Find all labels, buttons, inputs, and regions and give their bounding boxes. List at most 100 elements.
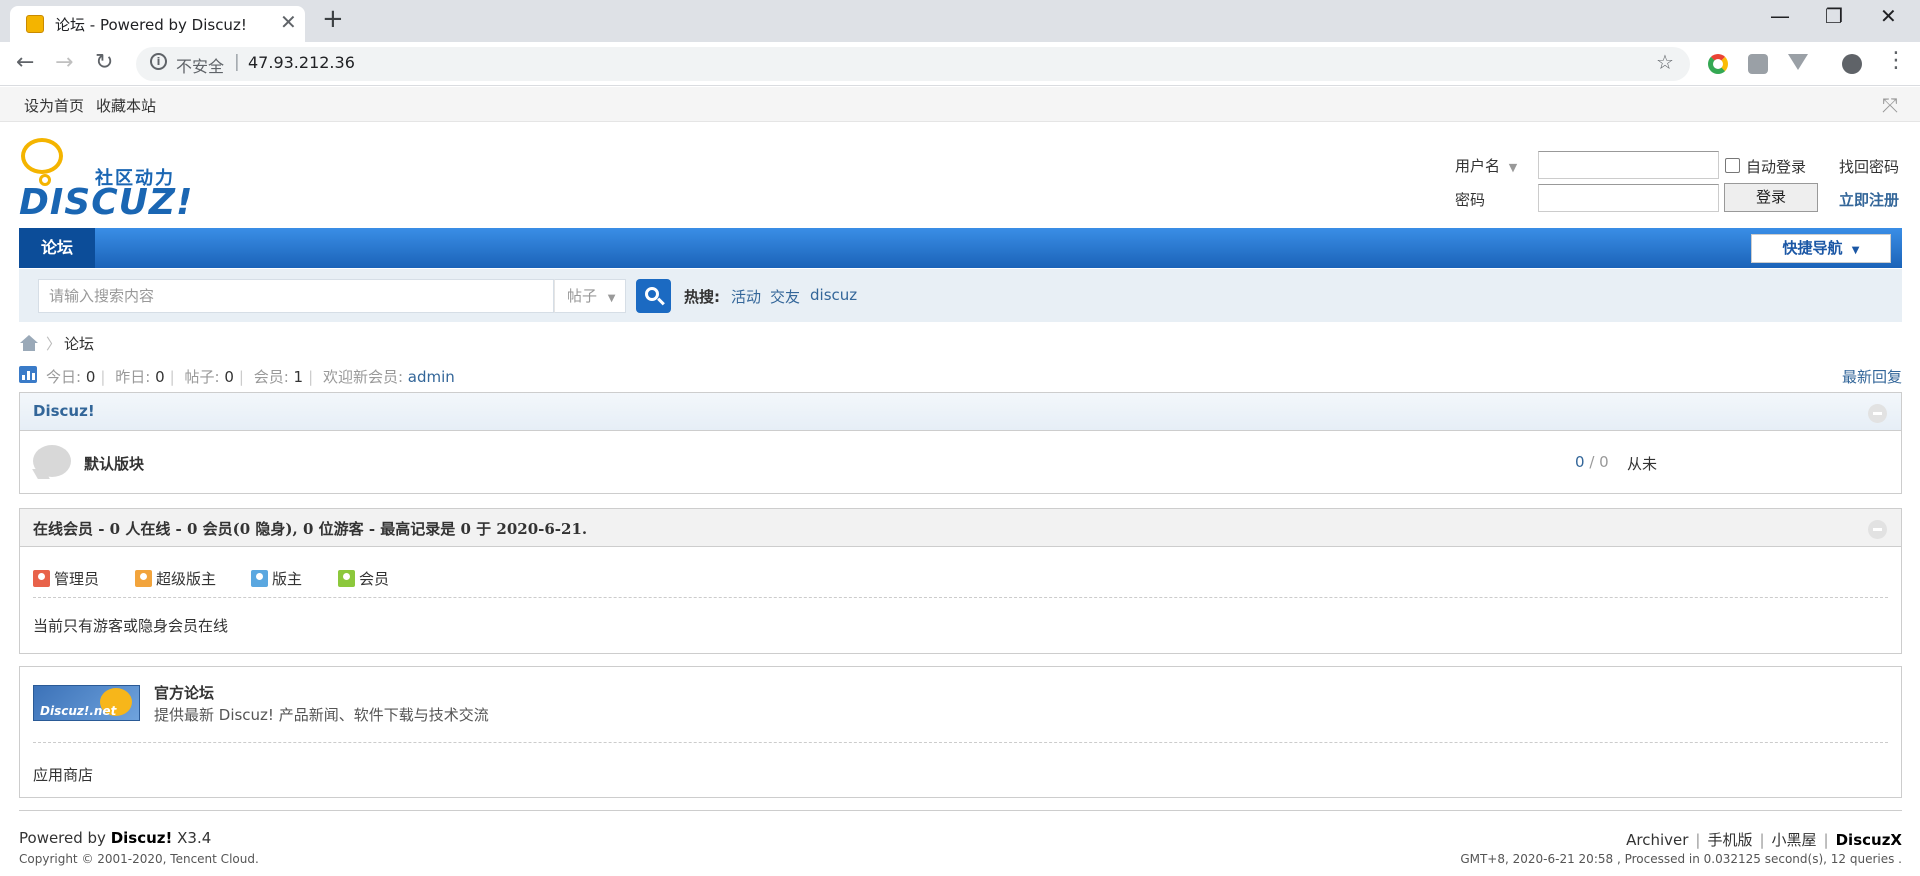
official-forum-desc: 提供最新 Discuz! 产品新闻、软件下载与技术交流 — [154, 706, 489, 724]
forum-count-slash: / — [1589, 453, 1595, 471]
forum-count: 0 / 0 — [1575, 453, 1609, 471]
back-icon[interactable]: ← — [16, 50, 34, 75]
reload-icon[interactable]: ↻ — [95, 50, 113, 75]
bookmark-site-link[interactable]: 收藏本站 — [96, 95, 156, 116]
address-bar[interactable]: i 不安全 | 47.93.212.36 ☆ — [136, 47, 1690, 81]
browser-toolbar: ← → ↻ i 不安全 | 47.93.212.36 ☆ ⋮ — [0, 42, 1920, 86]
stat-separator: | — [308, 368, 314, 386]
divider — [33, 742, 1888, 743]
discuz-net-logo[interactable]: Discuz!.net — [33, 685, 140, 721]
blacklist-link[interactable]: 小黑屋 — [1772, 831, 1817, 849]
search-type-value: 帖子 — [567, 287, 598, 305]
stat-separator: | — [169, 368, 175, 386]
site-logo[interactable]: 社区动力 DISCUZ! — [19, 136, 192, 223]
collapse-icon[interactable] — [1868, 520, 1887, 539]
stat-members-value: 1 — [293, 368, 304, 386]
legend-member: 会员 — [338, 568, 389, 589]
online-box: 在线会员 - 0 人在线 - 0 会员(0 隐身), 0 位游客 - 最高记录是… — [19, 508, 1902, 654]
hot-search-link[interactable]: 交友 — [770, 286, 800, 307]
window-restore-icon[interactable]: ❐ — [1825, 4, 1843, 28]
online-header: 在线会员 - 0 人在线 - 0 会员(0 隐身), 0 位游客 - 最高记录是… — [20, 509, 1901, 547]
official-forum-link[interactable]: 官方论坛 — [154, 682, 214, 703]
stat-welcome-label: 欢迎新会员: — [322, 368, 403, 386]
stat-separator: | — [100, 368, 106, 386]
moderator-user-icon — [251, 570, 268, 587]
powered-brand-link[interactable]: Discuz! — [111, 829, 173, 847]
search-input[interactable]: 请输入搜索内容 — [38, 279, 554, 313]
username-type-select[interactable]: 用户名 ▼ — [1455, 155, 1517, 176]
quick-nav-button[interactable]: 快捷导航 ▼ — [1751, 234, 1891, 263]
site-info-icon[interactable]: i — [150, 53, 167, 70]
newest-member-link[interactable]: admin — [408, 368, 455, 386]
legend-super-moderator: 超级版主 — [135, 568, 216, 589]
discuzx-link[interactable]: DiscuzX — [1836, 831, 1902, 849]
legend-label: 版主 — [272, 570, 303, 588]
footer-links: Archiver | 手机版 | 小黑屋 | DiscuzX — [1626, 829, 1902, 850]
home-icon-roof — [20, 335, 38, 343]
footer-separator: | — [1823, 831, 1829, 849]
menu-kebab-icon[interactable]: ⋮ — [1885, 48, 1907, 73]
register-link[interactable]: 立即注册 — [1839, 189, 1899, 210]
stats-chart-icon — [19, 366, 37, 383]
browser-tab[interactable]: 论坛 - Powered by Discuz! ✕ — [10, 6, 305, 42]
auto-login-checkbox[interactable] — [1725, 158, 1740, 173]
online-title: 在线会员 - 0 人在线 - 0 会员(0 隐身), 0 位游客 - 最高记录是… — [33, 520, 588, 538]
search-type-select[interactable]: 帖子 ▼ — [554, 279, 626, 313]
stat-posts-value: 0 — [224, 368, 234, 386]
legend-moderator: 版主 — [251, 568, 302, 589]
tab-close-icon[interactable]: ✕ — [280, 10, 297, 34]
hot-search-link[interactable]: discuz — [810, 286, 857, 304]
logo-bubble-icon — [21, 138, 63, 174]
password-input[interactable] — [1538, 184, 1719, 212]
search-icon-handle — [657, 297, 665, 306]
mobile-link[interactable]: 手机版 — [1707, 831, 1752, 849]
forward-icon[interactable]: → — [55, 50, 73, 75]
forum-posts: 0 — [1599, 453, 1609, 471]
tab-title: 论坛 - Powered by Discuz! — [55, 16, 247, 34]
app-store-link[interactable]: 应用商店 — [33, 764, 93, 785]
widescreen-toggle-icon[interactable]: ⤧ — [1882, 93, 1898, 117]
username-input[interactable] — [1538, 151, 1719, 179]
archiver-link[interactable]: Archiver — [1626, 831, 1688, 849]
hot-search-label: 热搜: — [684, 288, 720, 306]
bookmark-star-icon[interactable]: ☆ — [1656, 50, 1674, 74]
password-label: 密码 — [1455, 191, 1486, 209]
search-bar: 请输入搜索内容 帖子 ▼ 热搜: 活动 交友 discuz — [19, 269, 1902, 322]
category-header: Discuz! — [20, 393, 1901, 431]
home-icon[interactable] — [20, 335, 38, 351]
window-close-icon[interactable]: ✕ — [1880, 4, 1897, 28]
search-button[interactable] — [636, 279, 671, 313]
new-tab-icon[interactable]: + — [322, 4, 344, 34]
stats-icon-bar — [32, 373, 35, 380]
browser-tabstrip: 论坛 - Powered by Discuz! ✕ + — ❐ ✕ — [0, 0, 1920, 42]
chevron-down-icon: ▼ — [607, 293, 616, 304]
extension-incognito-icon[interactable] — [1748, 54, 1768, 74]
copyright-text: Copyright © 2001-2020, Tencent Cloud. — [19, 852, 259, 866]
forum-stats: 今日: 0 | 昨日: 0 | 帖子: 0 | 会员: 1 | 欢迎新会员: admin — [46, 366, 455, 387]
legend-admin: 管理员 — [33, 568, 99, 589]
find-password-link[interactable]: 找回密码 — [1839, 156, 1899, 177]
category-title[interactable]: Discuz! — [33, 402, 95, 420]
profile-avatar-icon[interactable] — [1842, 54, 1862, 74]
powered-version: X3.4 — [172, 829, 212, 847]
extension-chrome-icon[interactable] — [1708, 54, 1728, 74]
footer-separator: | — [1695, 831, 1701, 849]
hot-search-link[interactable]: 活动 — [731, 286, 761, 307]
login-button[interactable]: 登录 — [1724, 183, 1818, 212]
online-empty-text: 当前只有游客或隐身会员在线 — [33, 617, 229, 635]
url-text[interactable]: 47.93.212.36 — [248, 53, 355, 72]
stats-icon-bar — [27, 371, 30, 380]
collapse-icon[interactable] — [1868, 404, 1887, 423]
breadcrumb-current: 论坛 — [64, 335, 95, 353]
divider — [33, 597, 1888, 598]
extension-vue-icon[interactable] — [1788, 54, 1808, 70]
category-box: Discuz! 默认版块 0 / 0 从未 — [19, 392, 1902, 494]
set-homepage-link[interactable]: 设为首页 — [24, 95, 84, 116]
latest-reply-link[interactable]: 最新回复 — [1842, 366, 1902, 387]
window-minimize-icon[interactable]: — — [1770, 4, 1790, 28]
forum-name-link[interactable]: 默认版块 — [84, 453, 144, 474]
powered-by: Powered by Discuz! X3.4 — [19, 829, 211, 847]
nav-item-forum[interactable]: 论坛 — [19, 228, 95, 268]
forum-topics: 0 — [1575, 453, 1585, 471]
friend-links-box: Discuz!.net 官方论坛 提供最新 Discuz! 产品新闻、软件下载与… — [19, 666, 1902, 798]
